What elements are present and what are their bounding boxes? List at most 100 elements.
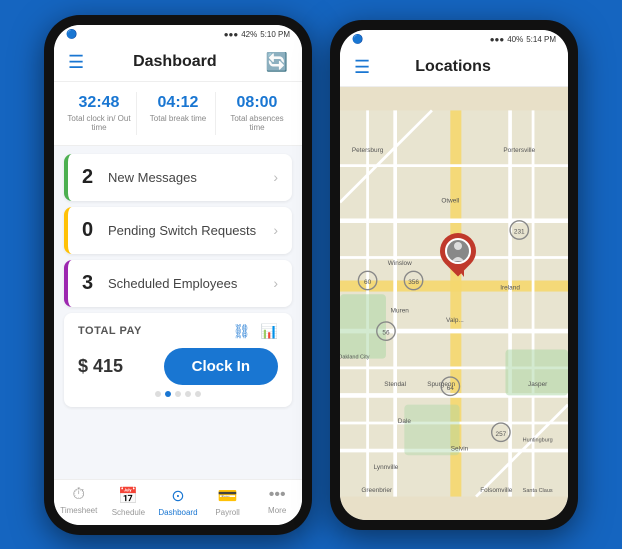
stat-label-clock: Total clock in/ Out time — [66, 114, 132, 133]
locations-screen: 🔵 ●●● 40% 5:14 PM ☰ Locations — [340, 30, 568, 520]
dashboard-screen: 🔵 ●●● 42% 5:10 PM ☰ Dashboard 🔄 32:48 To… — [54, 25, 302, 525]
refresh-icon[interactable]: 🔄 — [266, 52, 288, 73]
locations-status-bar: 🔵 ●●● 40% 5:14 PM — [340, 30, 568, 49]
switch-count: 0 — [82, 219, 98, 242]
time-display: 5:14 PM — [526, 35, 556, 44]
locations-top-nav: ☰ Locations — [340, 49, 568, 87]
map-svg: 356 56 257 231 60 64 Petersburg Portersv… — [340, 87, 568, 520]
battery-icon: 40% — [507, 35, 523, 44]
top-nav-bar: ☰ Dashboard 🔄 — [54, 44, 302, 82]
stat-clock-inout: 32:48 Total clock in/ Out time — [62, 92, 137, 135]
left-phone: 🔵 ●●● 42% 5:10 PM ☰ Dashboard 🔄 32:48 To… — [44, 15, 312, 535]
dashboard-content: 2 New Messages › 0 Pending Switch Reques… — [54, 146, 302, 479]
dot-1 — [155, 391, 161, 397]
dot-4 — [185, 391, 191, 397]
total-pay-label: TOTAL PAY — [78, 325, 142, 337]
bluetooth-icon: 🔵 — [66, 29, 77, 40]
pay-icons: ⛓ 📊 — [233, 323, 278, 340]
svg-text:231: 231 — [514, 228, 525, 235]
svg-text:Portersville: Portersville — [503, 146, 535, 153]
status-bar: 🔵 ●●● 42% 5:10 PM — [54, 25, 302, 44]
svg-text:Dale: Dale — [398, 418, 412, 425]
bottom-nav: ⏱ Timesheet 📅 Schedule ⊙ Dashboard 💳 Pay… — [54, 479, 302, 525]
payroll-label: Payroll — [215, 508, 239, 517]
stat-label-absences: Total absences time — [224, 114, 290, 133]
time-display: 5:10 PM — [260, 30, 290, 39]
menu-icon[interactable]: ☰ — [354, 57, 370, 78]
pay-row: $ 415 Clock In — [78, 348, 278, 385]
svg-text:Stendal: Stendal — [384, 381, 406, 388]
status-icons: ●●● 40% 5:14 PM — [490, 35, 556, 44]
dot-3 — [175, 391, 181, 397]
page-title: Dashboard — [133, 53, 217, 71]
timesheet-label: Timesheet — [60, 506, 97, 515]
new-messages-card[interactable]: 2 New Messages › — [64, 154, 292, 201]
more-icon: ••• — [269, 486, 286, 504]
stats-row: 32:48 Total clock in/ Out time 04:12 Tot… — [54, 82, 302, 146]
scheduled-label: Scheduled Employees — [108, 276, 237, 291]
status-icons: ●●● 42% 5:10 PM — [224, 30, 290, 39]
svg-text:Folsomville: Folsomville — [480, 486, 513, 493]
menu-icon[interactable]: ☰ — [68, 52, 84, 73]
svg-text:Spurgeon: Spurgeon — [427, 381, 455, 388]
stat-value-break: 04:12 — [145, 94, 211, 112]
svg-text:Huntingburg: Huntingburg — [523, 437, 553, 443]
dashboard-icon: ⊙ — [171, 486, 184, 506]
nav-schedule[interactable]: 📅 Schedule — [104, 486, 154, 517]
clock-dots — [78, 391, 278, 397]
svg-text:356: 356 — [408, 279, 419, 286]
person-icon — [448, 241, 468, 261]
clock-in-button[interactable]: Clock In — [164, 348, 278, 385]
switch-label: Pending Switch Requests — [108, 223, 256, 238]
location-pin — [440, 233, 478, 277]
map-container[interactable]: 356 56 257 231 60 64 Petersburg Portersv… — [340, 87, 568, 520]
payroll-icon: 💳 — [218, 486, 238, 506]
svg-text:Greenbrier: Greenbrier — [361, 486, 393, 493]
card-left-switch: 0 Pending Switch Requests — [82, 219, 256, 242]
nav-timesheet[interactable]: ⏱ Timesheet — [54, 486, 104, 517]
svg-text:Winslow: Winslow — [388, 259, 412, 266]
svg-text:Selvin: Selvin — [451, 445, 469, 452]
pending-switch-card[interactable]: 0 Pending Switch Requests › — [64, 207, 292, 254]
schedule-icon: 📅 — [118, 486, 138, 506]
svg-text:Muren: Muren — [391, 307, 410, 314]
nav-more[interactable]: ••• More — [252, 486, 302, 517]
chevron-right-icon: › — [273, 169, 278, 185]
more-label: More — [268, 506, 286, 515]
svg-text:Lynnville: Lynnville — [374, 463, 399, 470]
svg-text:Valp...: Valp... — [446, 316, 464, 323]
scheduled-count: 3 — [82, 272, 98, 295]
stat-value-clock: 32:48 — [66, 94, 132, 112]
signal-icon: ●●● — [490, 35, 505, 44]
stat-absences: 08:00 Total absences time — [220, 92, 294, 135]
stat-value-absences: 08:00 — [224, 94, 290, 112]
pin-avatar — [445, 238, 471, 264]
card-left-messages: 2 New Messages — [82, 166, 197, 189]
chevron-right-icon: › — [273, 275, 278, 291]
total-pay-header: TOTAL PAY ⛓ 📊 — [78, 323, 278, 340]
pin-tip — [458, 269, 464, 277]
svg-text:Oakland City: Oakland City — [340, 354, 370, 360]
locations-title: Locations — [415, 58, 491, 76]
battery-icon: 42% — [241, 30, 257, 39]
dot-5 — [195, 391, 201, 397]
svg-text:Santa Claus: Santa Claus — [523, 487, 553, 493]
nav-dashboard[interactable]: ⊙ Dashboard — [153, 486, 203, 517]
signal-icon: ●●● — [224, 30, 239, 39]
dashboard-label: Dashboard — [158, 508, 197, 517]
svg-text:60: 60 — [364, 279, 372, 286]
scheduled-employees-card[interactable]: 3 Scheduled Employees › — [64, 260, 292, 307]
chevron-right-icon: › — [273, 222, 278, 238]
total-pay-section: TOTAL PAY ⛓ 📊 $ 415 Clock In — [64, 313, 292, 407]
dot-2 — [165, 391, 171, 397]
svg-text:56: 56 — [382, 329, 390, 336]
stat-break: 04:12 Total break time — [141, 92, 216, 135]
messages-label: New Messages — [108, 170, 197, 185]
nav-payroll[interactable]: 💳 Payroll — [203, 486, 253, 517]
network-icon[interactable]: ⛓ — [233, 323, 251, 340]
card-left-scheduled: 3 Scheduled Employees — [82, 272, 237, 295]
schedule-label: Schedule — [112, 508, 145, 517]
svg-text:Otwell: Otwell — [441, 197, 459, 204]
svg-text:Ireland: Ireland — [500, 284, 520, 291]
bar-chart-icon[interactable]: 📊 — [261, 323, 278, 340]
